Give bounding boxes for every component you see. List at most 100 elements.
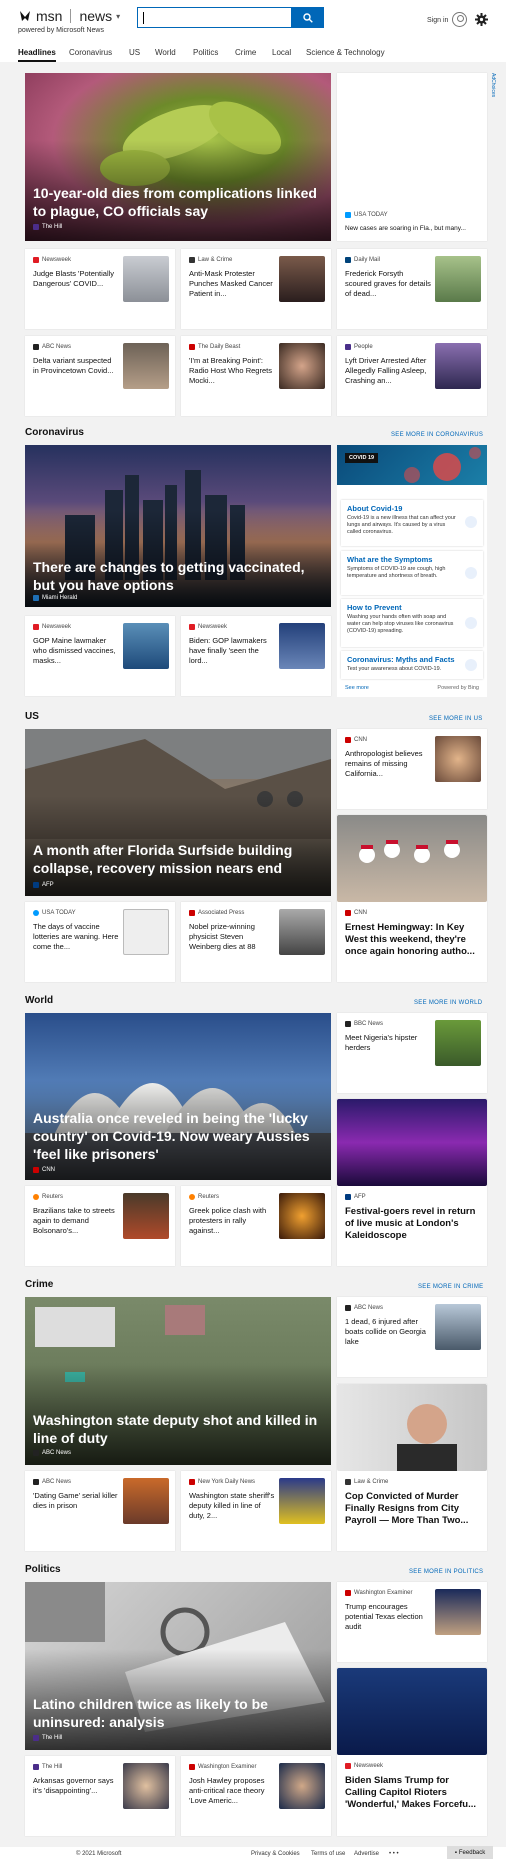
story-card[interactable]: ABC News Delta variant suspected in Prov… xyxy=(25,336,175,416)
story-title[interactable]: 'Dating Game' serial killer dies in pris… xyxy=(33,1491,119,1511)
story-card[interactable]: Daily Mail Frederick Forsyth scoured gra… xyxy=(337,249,487,329)
hero-title[interactable]: 10-year-old dies from complications link… xyxy=(33,184,321,220)
covid-symptoms-item[interactable]: What are the Symptoms Symptoms of COVID-… xyxy=(341,551,483,595)
story-title[interactable]: Anthropologist believes remains of missi… xyxy=(345,749,431,779)
msn-logo[interactable]: msn news ▾ xyxy=(18,8,120,24)
story-title[interactable]: Nobel prize-winning physicist Steven Wei… xyxy=(189,922,275,952)
story-title[interactable]: Trump encourages potential Texas electio… xyxy=(345,1602,431,1632)
see-more-politics-link[interactable]: SEE MORE IN POLITICS xyxy=(409,1569,483,1575)
story-card[interactable]: Newsweek GOP Maine lawmaker who dismisse… xyxy=(25,616,175,696)
story-card[interactable]: CNN Anthropologist believes remains of m… xyxy=(337,729,487,809)
story-title[interactable]: Lyft Driver Arrested After Allegedly Fal… xyxy=(345,356,431,386)
story-card-large[interactable]: CNN Ernest Hemingway: In Key West this w… xyxy=(337,815,487,982)
story-card[interactable]: New York Daily News Washington state she… xyxy=(181,1471,331,1551)
story-card-large[interactable]: AFP Festival-goers revel in return of li… xyxy=(337,1099,487,1266)
gear-icon[interactable] xyxy=(475,13,488,26)
story-title[interactable]: Brazilians take to streets again to dema… xyxy=(33,1206,119,1236)
tab-local[interactable]: Local xyxy=(272,48,291,57)
story-card[interactable]: People Lyft Driver Arrested After Allege… xyxy=(337,336,487,416)
sign-in-link[interactable]: Sign in xyxy=(427,17,448,24)
see-more-coronavirus-link[interactable]: SEE MORE IN CORONAVIRUS xyxy=(391,432,483,438)
search-button[interactable] xyxy=(291,7,324,28)
story-title[interactable]: Ernest Hemingway: In Key West this weeke… xyxy=(345,922,483,958)
story-title[interactable]: 'I'm at Breaking Point': Radio Host Who … xyxy=(189,356,275,386)
story-title[interactable]: Judge Blasts 'Potentially Dangerous' COV… xyxy=(33,269,119,289)
covid-item-title[interactable]: About Covid-19 xyxy=(347,504,402,513)
tab-crime[interactable]: Crime xyxy=(235,48,256,57)
story-card[interactable]: Law & Crime Anti-Mask Protester Punches … xyxy=(181,249,331,329)
tab-coronavirus[interactable]: Coronavirus xyxy=(69,48,112,57)
tab-politics[interactable]: Politics xyxy=(193,48,218,57)
politics-hero-card[interactable]: Latino children twice as likely to be un… xyxy=(25,1582,331,1750)
story-card[interactable]: Newsweek Judge Blasts 'Potentially Dange… xyxy=(25,249,175,329)
story-card-large[interactable]: Law & Crime Cop Convicted of Murder Fina… xyxy=(337,1384,487,1551)
hero-title[interactable]: Washington state deputy shot and killed … xyxy=(33,1411,321,1447)
story-title[interactable]: Anti-Mask Protester Punches Masked Cance… xyxy=(189,269,275,299)
coronavirus-hero-card[interactable]: There are changes to getting vaccinated,… xyxy=(25,445,331,607)
story-card[interactable]: Associated Press Nobel prize-winning phy… xyxy=(181,902,331,982)
see-more-world-link[interactable]: SEE MORE IN WORLD xyxy=(414,1000,482,1006)
us-hero-card[interactable]: A month after Florida Surfside building … xyxy=(25,729,331,896)
story-title[interactable]: Washington state sheriff's deputy killed… xyxy=(189,1491,275,1521)
more-options-icon[interactable]: • • • xyxy=(389,1851,399,1857)
story-card[interactable]: ABC News 1 dead, 6 injured after boats c… xyxy=(337,1297,487,1377)
covid-prevent-item[interactable]: How to Prevent Washing your hands often … xyxy=(341,599,483,647)
story-card[interactable]: Reuters Greek police clash with proteste… xyxy=(181,1186,331,1266)
ad-card[interactable]: USA TODAY New cases are soaring in Fla.,… xyxy=(337,73,487,241)
covid-myths-item[interactable]: Coronavirus: Myths and Facts Test your a… xyxy=(341,651,483,679)
privacy-link[interactable]: Privacy & Cookies xyxy=(251,1851,300,1857)
story-title[interactable]: Josh Hawley proposes anti-critical race … xyxy=(189,1776,275,1806)
covid-item-title[interactable]: Coronavirus: Myths and Facts xyxy=(347,655,455,664)
story-card[interactable]: Newsweek Biden: GOP lawmakers have final… xyxy=(181,616,331,696)
story-title[interactable]: Delta variant suspected in Provincetown … xyxy=(33,356,119,376)
story-title[interactable]: Cop Convicted of Murder Finally Resigns … xyxy=(345,1491,483,1527)
advertise-link[interactable]: Advertise xyxy=(354,1851,379,1857)
covid-item-title[interactable]: How to Prevent xyxy=(347,603,402,612)
hero-title[interactable]: There are changes to getting vaccinated,… xyxy=(33,558,321,594)
story-card[interactable]: ABC News 'Dating Game' serial killer die… xyxy=(25,1471,175,1551)
story-card-large[interactable]: Newsweek Biden Slams Trump for Calling C… xyxy=(337,1668,487,1836)
covid-see-more-link[interactable]: See more xyxy=(345,685,369,691)
hero-title[interactable]: Latino children twice as likely to be un… xyxy=(33,1695,321,1731)
see-more-us-link[interactable]: SEE MORE IN US xyxy=(429,716,483,722)
crime-hero-card[interactable]: Washington state deputy shot and killed … xyxy=(25,1297,331,1465)
story-title[interactable]: Meet Nigeria's hipster herders xyxy=(345,1033,431,1053)
headline-hero-card[interactable]: 10-year-old dies from complications link… xyxy=(25,73,331,241)
world-hero-card[interactable]: Australia once reveled in being the 'luc… xyxy=(25,1013,331,1180)
story-title[interactable]: 1 dead, 6 injured after boats collide on… xyxy=(345,1317,431,1347)
story-card[interactable]: The Hill Arkansas governor says it's 'di… xyxy=(25,1756,175,1836)
story-card[interactable]: BBC News Meet Nigeria's hipster herders xyxy=(337,1013,487,1093)
afp-icon xyxy=(33,882,39,888)
see-more-crime-link[interactable]: SEE MORE IN CRIME xyxy=(418,1284,483,1290)
story-title[interactable]: The days of vaccine lotteries are waning… xyxy=(33,922,119,952)
story-title[interactable]: Festival-goers revel in return of live m… xyxy=(345,1206,483,1242)
story-title[interactable]: Biden: GOP lawmakers have finally 'seen … xyxy=(189,636,275,666)
washington-examiner-icon xyxy=(345,1590,351,1596)
terms-link[interactable]: Terms of use xyxy=(311,1851,345,1857)
tab-world[interactable]: World xyxy=(155,48,176,57)
covid-about-item[interactable]: About Covid-19 Covid-19 is a new illness… xyxy=(341,500,483,546)
chevron-down-icon[interactable]: ▾ xyxy=(116,12,120,21)
covid-item-title[interactable]: What are the Symptoms xyxy=(347,555,432,564)
tab-us[interactable]: US xyxy=(129,48,140,57)
tab-science-technology[interactable]: Science & Technology xyxy=(306,48,385,57)
tab-headlines[interactable]: Headlines xyxy=(18,48,56,62)
story-title[interactable]: New cases are soaring in Fla., but many.… xyxy=(345,224,483,234)
section-title-crime: Crime xyxy=(25,1279,54,1290)
avatar-icon[interactable] xyxy=(452,12,467,27)
hero-title[interactable]: A month after Florida Surfside building … xyxy=(33,841,321,877)
adchoices-label[interactable]: AdChoices xyxy=(488,73,496,105)
story-card[interactable]: Washington Examiner Trump encourages pot… xyxy=(337,1582,487,1662)
story-title[interactable]: GOP Maine lawmaker who dismissed vaccine… xyxy=(33,636,119,666)
story-title[interactable]: Frederick Forsyth scoured graves for det… xyxy=(345,269,431,299)
story-title[interactable]: Biden Slams Trump for Calling Capitol Ri… xyxy=(345,1775,483,1811)
hero-title[interactable]: Australia once reveled in being the 'luc… xyxy=(33,1109,321,1163)
story-title[interactable]: Arkansas governor says it's 'disappointi… xyxy=(33,1776,119,1796)
story-source-label: New York Daily News xyxy=(198,1479,256,1485)
story-card[interactable]: Washington Examiner Josh Hawley proposes… xyxy=(181,1756,331,1836)
story-card[interactable]: Reuters Brazilians take to streets again… xyxy=(25,1186,175,1266)
story-card[interactable]: USA TODAY The days of vaccine lotteries … xyxy=(25,902,175,982)
story-card[interactable]: The Daily Beast 'I'm at Breaking Point':… xyxy=(181,336,331,416)
feedback-button[interactable]: ▪ Feedback xyxy=(447,1846,493,1859)
story-title[interactable]: Greek police clash with protesters in ra… xyxy=(189,1206,275,1236)
